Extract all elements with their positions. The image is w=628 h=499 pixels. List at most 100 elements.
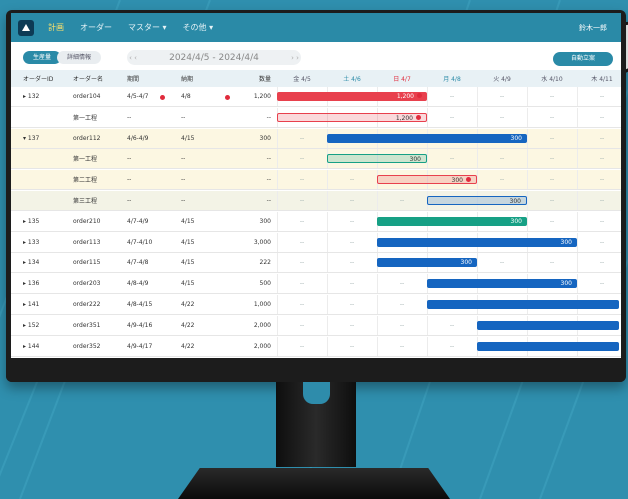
- monitor-base: [178, 468, 450, 499]
- empty-day-cell: --: [599, 280, 605, 288]
- order-name: 第三工程: [73, 198, 98, 205]
- empty-day-cell: --: [449, 113, 455, 121]
- order-period: 4/9-4/17: [127, 342, 153, 350]
- nav-master[interactable]: マスター ▾: [128, 22, 167, 33]
- empty-day-cell: --: [299, 321, 305, 329]
- order-id[interactable]: ▸ 134: [23, 253, 68, 272]
- empty-day-cell: --: [299, 301, 305, 308]
- table-row[interactable]: ▸ 141 order222 4/8-4/15 4/22 1,000 -- -- --: [11, 295, 621, 315]
- order-name: order352: [73, 342, 101, 350]
- gantt-bar-label: 300: [560, 280, 572, 288]
- table-row[interactable]: ▸ 136 order203 4/8-4/9 4/15 500 -- -- -- -- 300: [11, 274, 621, 295]
- gantt-bar[interactable]: 300: [427, 279, 577, 289]
- gantt-bar[interactable]: 300: [377, 258, 477, 268]
- order-due: --: [181, 197, 186, 204]
- nav-order[interactable]: オーダー: [80, 22, 112, 33]
- gantt-bar[interactable]: 1,200: [277, 92, 427, 101]
- table-header: オーダーID オーダー名 期間 納期 数量 金 4/5 土 4/6 日 4/7 月 4…: [11, 70, 621, 87]
- app-header: 計画 オーダー マスター ▾ その他 ▾ 鈴木一郎: [11, 13, 621, 42]
- monitor: 計画 オーダー マスター ▾ その他 ▾ 鈴木一郎 生産量 詳細情報 ‹ ‹ 2…: [6, 10, 626, 382]
- col-order-name[interactable]: オーダー名: [73, 70, 123, 87]
- table-row[interactable]: 第二工程 -- -- -- -- -- -- -- -- 300: [11, 170, 621, 191]
- order-period: 4/7-4/8: [127, 259, 149, 267]
- order-qty: 1,200: [253, 93, 271, 100]
- empty-day-cell: --: [399, 280, 405, 288]
- order-qty: 2,000: [253, 321, 271, 329]
- order-id[interactable]: ▸ 144: [23, 337, 68, 356]
- col-due[interactable]: 納期: [181, 70, 231, 87]
- col-period[interactable]: 期間: [127, 70, 181, 87]
- table-row[interactable]: 第三工程 -- -- -- -- -- -- -- -- 300: [11, 191, 621, 211]
- order-name: order351: [73, 321, 101, 329]
- empty-day-cell: --: [349, 197, 355, 204]
- empty-day-cell: --: [549, 113, 555, 121]
- order-due: 4/8: [181, 93, 191, 100]
- order-period: --: [127, 155, 132, 163]
- period-alert-icon: [160, 95, 165, 100]
- gantt-bar[interactable]: [477, 320, 619, 330]
- order-id[interactable]: ▸ 141: [23, 295, 68, 314]
- gantt-bar[interactable]: 300: [327, 154, 427, 164]
- empty-day-cell: --: [549, 134, 555, 142]
- gantt-bar-label: 1,200: [395, 114, 413, 122]
- empty-day-cell: --: [599, 93, 605, 100]
- empty-day-cell: --: [499, 93, 505, 100]
- empty-day-cell: --: [299, 259, 305, 267]
- empty-day-cell: --: [349, 342, 355, 350]
- empty-day-cell: --: [399, 301, 405, 308]
- col-order-id[interactable]: オーダーID: [23, 70, 68, 87]
- next-arrows-icon[interactable]: › ›: [289, 54, 301, 62]
- order-id[interactable]: [23, 170, 68, 189]
- gantt-bar[interactable]: 300: [377, 237, 577, 247]
- table-row[interactable]: 第一工程 -- -- -- -- -- -- -- -- 300: [11, 149, 621, 170]
- order-id[interactable]: [23, 149, 68, 168]
- order-id[interactable]: [23, 191, 68, 210]
- empty-day-cell: --: [299, 217, 305, 225]
- order-id[interactable]: ▸ 136: [23, 274, 68, 293]
- tab-details[interactable]: 詳細情報: [57, 51, 102, 64]
- order-id[interactable]: ▸ 152: [23, 316, 68, 335]
- prev-arrows-icon[interactable]: ‹ ‹: [127, 54, 139, 62]
- nav-other[interactable]: その他 ▾: [183, 22, 214, 33]
- table-row[interactable]: 第一工程 -- -- -- -- -- -- -- 1,200: [11, 107, 621, 128]
- date-range-picker[interactable]: ‹ ‹ 2024/4/5 - 2024/4/4 › ›: [127, 50, 301, 65]
- empty-day-cell: --: [449, 321, 455, 329]
- order-id[interactable]: [23, 108, 68, 127]
- order-id[interactable]: ▾ 137: [23, 129, 68, 148]
- gantt-bar[interactable]: 1,200: [277, 112, 427, 122]
- order-id[interactable]: ▸ 132: [23, 87, 68, 106]
- table-row[interactable]: ▸ 144 order352 4/9-4/17 4/22 2,000 -- -- -- --: [11, 336, 621, 357]
- table-row[interactable]: ▾ 137 order112 4/6-4/9 4/15 300 -- -- -- 300: [11, 128, 621, 149]
- order-id[interactable]: ▸ 133: [23, 233, 68, 252]
- empty-day-cell: --: [599, 259, 605, 267]
- empty-day-cell: --: [299, 134, 305, 142]
- tab-production[interactable]: 生産量: [23, 51, 62, 64]
- order-qty: 300: [259, 217, 271, 225]
- order-due: --: [181, 155, 186, 163]
- order-name: order113: [73, 238, 101, 246]
- gantt-bar[interactable]: 300: [377, 216, 527, 226]
- gantt-bar-label: 300: [409, 156, 421, 164]
- order-id[interactable]: ▸ 135: [23, 212, 68, 231]
- table-row[interactable]: ▸ 133 order113 4/7-4/10 4/15 3,000 -- -- -- 300: [11, 232, 621, 253]
- gantt-bar[interactable]: 300: [427, 196, 527, 205]
- auto-plan-button[interactable]: 自動立案: [553, 52, 613, 66]
- gantt-bar[interactable]: [477, 341, 619, 351]
- table-row[interactable]: ▸ 152 order351 4/9-4/16 4/22 2,000 -- -- -- --: [11, 315, 621, 336]
- nav-plan[interactable]: 計画: [48, 22, 64, 33]
- order-due: 4/15: [181, 259, 195, 267]
- user-name[interactable]: 鈴木一郎: [579, 23, 607, 33]
- gantt-bar[interactable]: 300: [377, 175, 477, 185]
- app-logo-icon: [18, 19, 34, 36]
- gantt-bar[interactable]: [427, 300, 619, 309]
- order-due: 4/15: [181, 280, 195, 288]
- order-due: --: [181, 113, 186, 121]
- order-name: order210: [73, 217, 101, 225]
- table-row[interactable]: ▸ 135 order210 4/7-4/9 4/15 300 -- -- -- -- 300: [11, 211, 621, 232]
- table-row[interactable]: ▸ 132 order104 4/5-4/7 4/8 1,200 -- -- -- -- 1,20…: [11, 87, 621, 107]
- empty-day-cell: --: [549, 259, 555, 267]
- gantt-bar[interactable]: 300: [327, 133, 527, 143]
- col-qty[interactable]: 数量: [231, 70, 271, 87]
- table-row[interactable]: ▸ 134 order115 4/7-4/8 4/15 222 -- -- -- -- -- 300: [11, 253, 621, 274]
- empty-day-cell: --: [399, 321, 405, 329]
